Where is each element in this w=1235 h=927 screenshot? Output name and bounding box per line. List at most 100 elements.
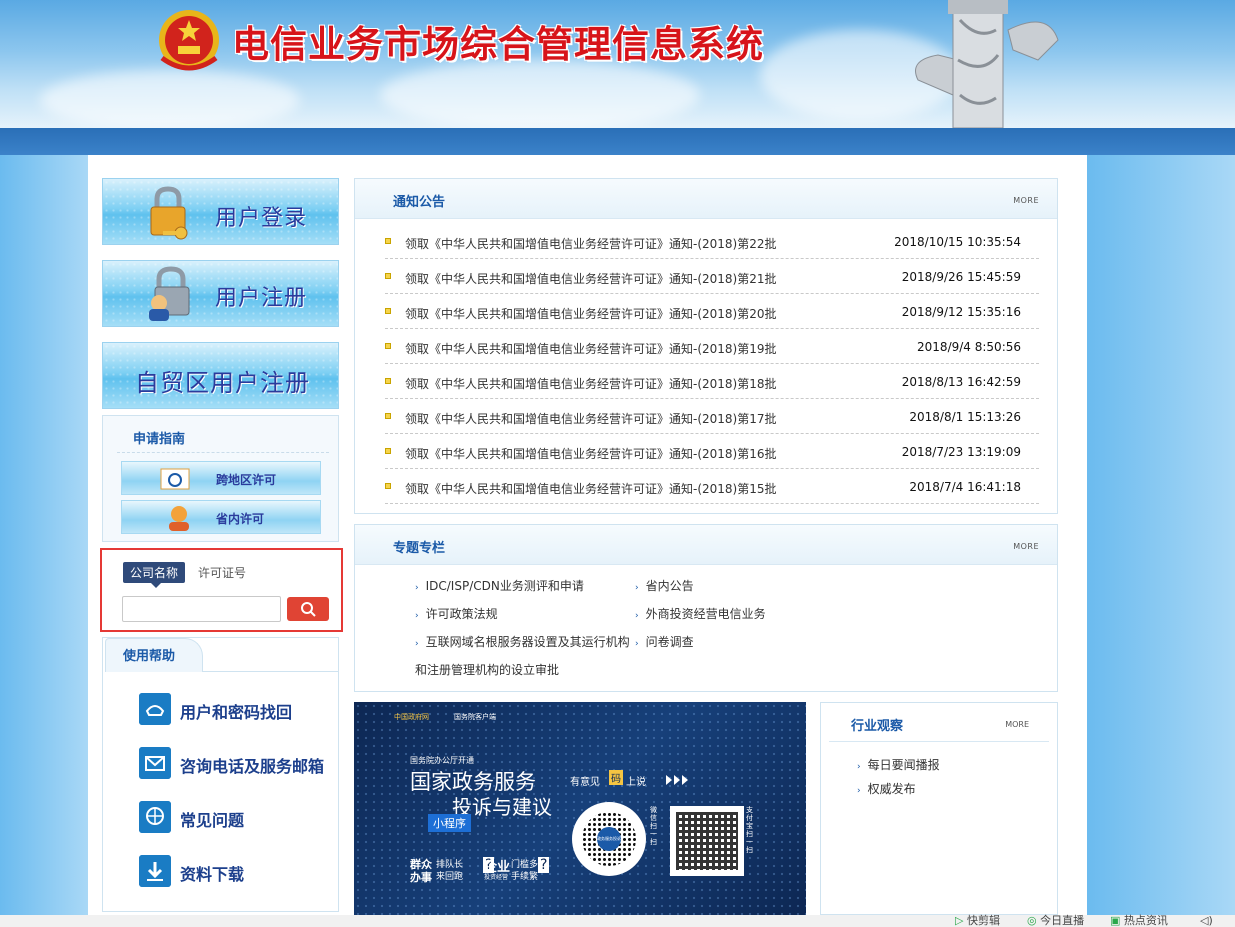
notice-more-link[interactable]: MORE	[1013, 196, 1039, 205]
tab-company-name[interactable]: 公司名称	[123, 562, 186, 588]
register-label: 用户注册	[215, 286, 308, 311]
topic-link-continuation[interactable]: 和注册管理机构的设立审批	[415, 661, 559, 678]
topic-link[interactable]: › 问卷调查	[635, 633, 694, 650]
site-header: 电信业务市场综合管理信息系统	[0, 0, 1235, 128]
arrow-icon: ›	[635, 639, 639, 649]
gov-logo: 中国政府网	[394, 713, 429, 721]
guide-title: 申请指南	[133, 432, 186, 447]
browser-status-bar: ▷ 快剪辑 ◎ 今日直播 ▣ 热点资讯 ◁)	[0, 915, 1235, 927]
bullet-icon	[385, 483, 391, 489]
slogan2-b: 投资经营	[484, 874, 509, 881]
notice-link[interactable]: 领取《中华人民共和国增值电信业务经营许可证》通知-(2018)第15批	[405, 480, 777, 497]
industry-link[interactable]: › 权威发布	[857, 780, 916, 797]
bullet-icon	[385, 448, 391, 454]
ftz-register-label: 自贸区用户注册	[135, 369, 310, 397]
notice-date: 2018/8/13 16:42:59	[901, 375, 1021, 389]
help-tab: 使用帮助	[105, 638, 203, 672]
arrow-icon: ›	[635, 583, 639, 593]
qr-center-label: 政务服务投诉	[597, 827, 621, 851]
in-province-license-button[interactable]: 省内许可	[121, 500, 321, 534]
cross-region-label: 跨地区许可	[216, 473, 277, 487]
application-guide: 申请指南 跨地区许可 省内许可	[102, 415, 339, 542]
ftz-register-banner[interactable]: 自贸区用户注册	[102, 342, 339, 409]
help-item-label: 资料下载	[180, 865, 245, 884]
cloud-decoration	[40, 70, 300, 128]
bullet-icon	[385, 413, 391, 419]
notice-row: 领取《中华人民共和国增值电信业务经营许可证》通知-(2018)第16批 2018/…	[385, 434, 1039, 469]
user-padlock-icon	[149, 266, 190, 321]
arrow-icon: ›	[415, 583, 419, 593]
video-icon: ▷	[955, 914, 967, 927]
notice-link[interactable]: 领取《中华人民共和国增值电信业务经营许可证》通知-(2018)第18批	[405, 375, 777, 392]
question-box-icon: ?	[538, 857, 550, 873]
status-item[interactable]: ◎ 今日直播	[1027, 915, 1084, 927]
download-icon	[139, 855, 171, 887]
promo-badge: 小程序	[428, 814, 471, 832]
notice-date: 2018/9/4 8:50:56	[917, 340, 1021, 354]
notice-link[interactable]: 领取《中华人民共和国增值电信业务经营许可证》通知-(2018)第17批	[405, 410, 777, 427]
notice-row: 领取《中华人民共和国增值电信业务经营许可证》通知-(2018)第17批 2018/…	[385, 399, 1039, 434]
notice-date: 2018/8/1 15:13:26	[909, 410, 1021, 424]
topic-link[interactable]: › IDC/ISP/CDN业务测评和申请	[415, 577, 584, 594]
status-item[interactable]: ▷ 快剪辑	[955, 915, 1000, 927]
slogan2-d: 手续繁	[511, 872, 539, 882]
arrows-icon	[666, 775, 688, 785]
bullet-icon	[385, 238, 391, 244]
notice-title: 通知公告	[393, 195, 446, 210]
notice-link[interactable]: 领取《中华人民共和国增值电信业务经营许可证》通知-(2018)第20批	[405, 305, 777, 322]
promo-banner[interactable]: 中国政府网 国务院客户端 国务院办公厅开通 国家政务服务 投诉与建议 小程序 有…	[354, 702, 806, 915]
notice-row: 领取《中华人民共和国增值电信业务经营许可证》通知-(2018)第19批 2018/…	[385, 329, 1039, 364]
topics-panel: 专题专栏 MORE › IDC/ISP/CDN业务测评和申请 › 省内公告 › 许可政…	[354, 524, 1058, 692]
user-icon	[169, 506, 189, 531]
login-banner[interactable]: 用户登录	[102, 178, 339, 245]
topics-more-link[interactable]: MORE	[1013, 542, 1039, 551]
search-button[interactable]	[287, 597, 329, 621]
search-input[interactable]	[122, 596, 281, 622]
notice-date: 2018/10/15 10:35:54	[894, 235, 1021, 249]
bullet-icon	[385, 273, 391, 279]
topic-link[interactable]: › 省内公告	[635, 577, 694, 594]
national-emblem-icon	[159, 10, 219, 71]
notice-link[interactable]: 领取《中华人民共和国增值电信业务经营许可证》通知-(2018)第16批	[405, 445, 777, 462]
sound-icon[interactable]: ◁)	[1200, 915, 1213, 927]
industry-more-link[interactable]: MORE	[1005, 720, 1029, 729]
wechat-scan-label: 微信扫一扫	[650, 806, 657, 846]
login-label: 用户登录	[215, 206, 308, 231]
topics-title: 专题专栏	[393, 541, 446, 556]
industry-link[interactable]: › 每日要闻播报	[857, 756, 940, 773]
background-left	[0, 155, 88, 927]
register-banner[interactable]: 用户注册	[102, 260, 339, 327]
background-right	[1087, 155, 1235, 927]
bullet-icon	[385, 343, 391, 349]
bullet-icon	[385, 308, 391, 314]
in-province-label: 省内许可	[216, 512, 265, 526]
notice-date: 2018/9/12 15:35:16	[901, 305, 1021, 319]
help-title: 使用帮助	[123, 649, 176, 664]
notice-date: 2018/9/26 15:45:59	[901, 270, 1021, 284]
help-panel: 使用帮助 用户和密码找回 咨询电话及服务邮箱 常见问题 资料下载	[102, 637, 339, 912]
nav-bar	[0, 128, 1235, 155]
wechat-qr-code: 政务服务投诉	[572, 802, 646, 876]
status-item[interactable]: ▣ 热点资讯	[1110, 915, 1168, 927]
topic-link[interactable]: › 互联网域名根服务器设置及其运行机构	[415, 633, 630, 650]
industry-title: 行业观察	[851, 719, 904, 734]
industry-panel: 行业观察 MORE › 每日要闻播报 › 权威发布	[820, 702, 1058, 915]
phone-icon	[139, 693, 171, 725]
notice-row: 领取《中华人民共和国增值电信业务经营许可证》通知-(2018)第21批 2018/…	[385, 259, 1039, 294]
topic-link[interactable]: › 许可政策法规	[415, 605, 498, 622]
promo-suggest-tail: 上说	[626, 777, 646, 788]
news-icon: ▣	[1110, 914, 1124, 927]
arrow-icon: ›	[415, 611, 419, 621]
cloud-decoration	[380, 60, 700, 128]
mail-icon	[139, 747, 171, 779]
slogan1-b: 办事	[410, 871, 432, 884]
notice-link[interactable]: 领取《中华人民共和国增值电信业务经营许可证》通知-(2018)第19批	[405, 340, 777, 357]
cross-region-license-button[interactable]: 跨地区许可	[121, 461, 321, 495]
live-icon: ◎	[1027, 914, 1041, 927]
notice-link[interactable]: 领取《中华人民共和国增值电信业务经营许可证》通知-(2018)第21批	[405, 270, 777, 287]
tab-license-number[interactable]: 许可证号	[198, 564, 246, 581]
topic-link[interactable]: › 外商投资经营电信业务	[635, 605, 766, 622]
arrow-icon: ›	[857, 762, 861, 772]
alipay-scan-label: 支付宝扫一扫	[746, 806, 753, 854]
notice-link[interactable]: 领取《中华人民共和国增值电信业务经营许可证》通知-(2018)第22批	[405, 235, 777, 252]
